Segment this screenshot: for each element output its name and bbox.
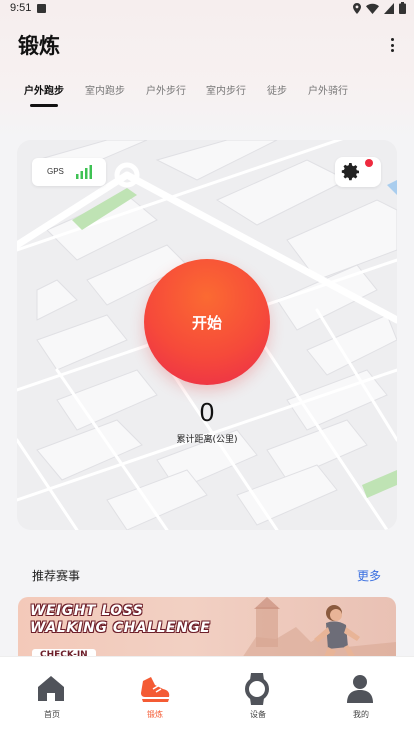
nav-devices[interactable]: 设备	[218, 657, 298, 736]
status-icons	[353, 2, 406, 14]
more-events-link[interactable]: 更多	[357, 567, 381, 584]
start-workout-button[interactable]: 开始	[144, 259, 270, 385]
tab-indoor-run[interactable]: 室内跑步	[85, 82, 125, 97]
location-icon	[353, 2, 361, 14]
gps-label: GPS	[47, 167, 64, 176]
tab-outdoor-walk[interactable]: 户外步行	[146, 82, 186, 97]
notification-app-icon	[37, 4, 46, 13]
tab-outdoor-run[interactable]: 户外跑步	[24, 82, 64, 97]
nav-devices-label: 设备	[250, 710, 266, 719]
nav-home-label: 首页	[44, 710, 60, 719]
status-bar: 9:51	[0, 0, 414, 18]
active-tab-indicator	[30, 104, 58, 107]
total-distance-label: 累计距离(公里)	[176, 435, 238, 445]
header-background	[0, 0, 414, 140]
gps-signal-icon	[76, 165, 92, 179]
watch-icon	[245, 673, 269, 705]
nav-workout[interactable]: 锻炼	[115, 657, 195, 736]
page-title: 锻炼	[18, 34, 60, 58]
profile-icon	[347, 675, 373, 703]
recommended-events-title: 推荐赛事	[32, 569, 81, 583]
gear-icon	[341, 163, 359, 181]
nav-profile[interactable]: 我的	[321, 657, 401, 736]
start-label: 开始	[191, 313, 222, 332]
total-distance-value: 0	[199, 397, 215, 427]
tab-indoor-walk[interactable]: 室内步行	[206, 82, 246, 97]
tab-hiking[interactable]: 徒步	[267, 82, 287, 97]
bottom-navigation: 首页 锻炼 设备 我的	[0, 656, 414, 736]
workout-settings-button[interactable]	[335, 157, 381, 187]
workout-type-tabs: 户外跑步 室内跑步 户外步行 室内步行 徒步 户外骑行	[14, 82, 414, 112]
gps-status-badge: GPS	[32, 158, 106, 186]
nav-workout-label: 锻炼	[147, 710, 163, 719]
more-options-icon[interactable]	[390, 38, 394, 52]
status-time: 9:51	[10, 2, 32, 14]
home-icon	[38, 676, 64, 701]
tab-outdoor-cycling[interactable]: 户外骑行	[308, 82, 348, 97]
running-shoe-icon	[141, 677, 170, 702]
battery-icon	[399, 2, 406, 14]
cellular-signal-icon	[384, 2, 394, 14]
wifi-icon	[366, 3, 379, 14]
nav-profile-label: 我的	[353, 710, 369, 719]
notification-dot	[365, 159, 373, 167]
nav-home[interactable]: 首页	[12, 657, 92, 736]
map-card: GPS 开始 0 累计距离(公里)	[17, 140, 397, 530]
